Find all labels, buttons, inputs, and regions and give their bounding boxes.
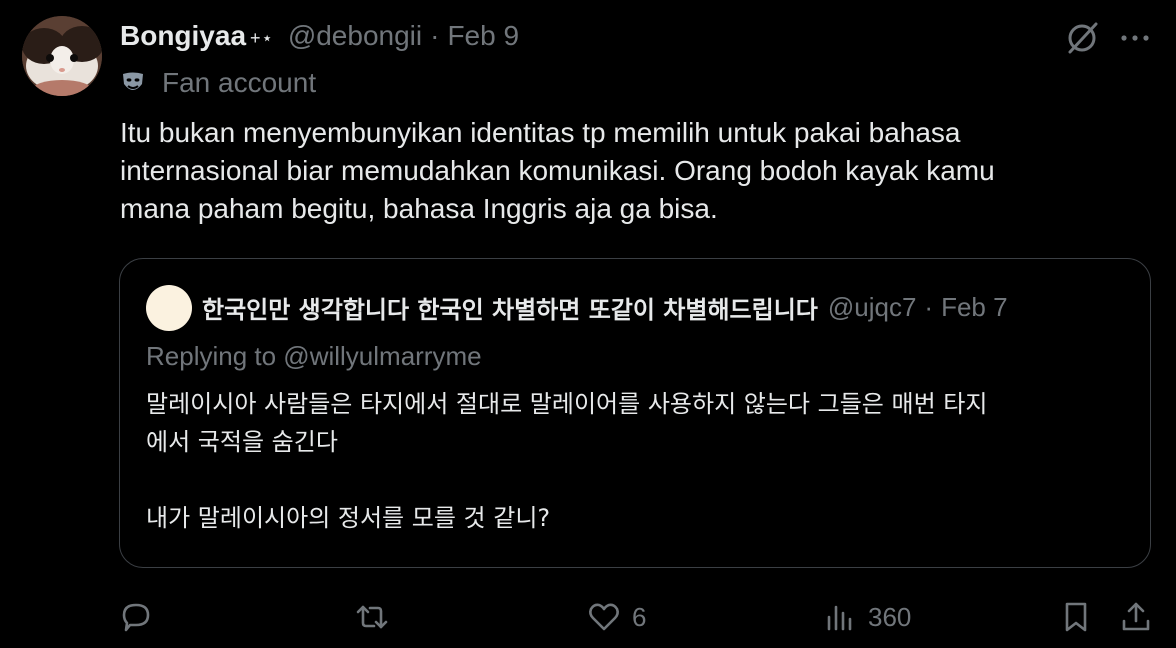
tweet-date[interactable]: Feb 9 xyxy=(447,20,519,52)
repost-arrows-icon xyxy=(356,605,388,629)
speech-bubble-icon xyxy=(122,603,150,632)
avatar[interactable] xyxy=(22,16,102,96)
bar-chart-icon xyxy=(827,605,852,631)
header-separator: · xyxy=(430,20,440,51)
views-count: 360 xyxy=(868,601,912,632)
tweet-header: Bongiyaa +⋆ @debongii · Feb 9 xyxy=(120,18,519,54)
quoted-display-name[interactable]: 한국인만 생각합니다 한국인 차별하면 또같이 차별해드립니다 xyxy=(202,290,818,325)
tweet-text-line: mana paham begitu, bahasa Inggris aja ga… xyxy=(120,193,718,224)
quoted-separator: · xyxy=(924,291,934,322)
share-upload-icon xyxy=(1122,602,1150,631)
repost-button[interactable] xyxy=(354,592,400,642)
automated-label[interactable]: Fan account xyxy=(120,64,316,102)
views-button[interactable]: 360 xyxy=(822,592,911,642)
quoted-avatar[interactable] xyxy=(146,285,192,331)
theater-masks-icon xyxy=(123,72,143,90)
like-button[interactable]: 6 xyxy=(586,592,646,642)
quoted-header: 한국인만 생각합니다 한국인 차별하면 또같이 차별해드립니다 @ujqc7 ·… xyxy=(202,287,1008,327)
bookmark-button[interactable] xyxy=(1058,592,1094,642)
label-text: Fan account xyxy=(162,67,317,98)
quoted-tweet[interactable]: 한국인만 생각합니다 한국인 차별하면 또같이 차별해드립니다 @ujqc7 ·… xyxy=(119,258,1151,568)
reply-button[interactable] xyxy=(118,592,164,642)
quoted-text-line: 말레이시아 사람들은 타지에서 절대로 말레이어를 사용하지 않는다 그들은 매… xyxy=(146,390,988,418)
tweet-text-line: internasional biar memudahkan komunikasi… xyxy=(120,155,995,186)
share-button[interactable] xyxy=(1118,592,1154,642)
like-count: 6 xyxy=(632,601,647,632)
quoted-text-line xyxy=(146,461,1136,499)
grok-slash-icon[interactable] xyxy=(1064,20,1100,56)
quoted-text-line: 내가 말레이시아의 정서를 모를 것 같니? xyxy=(146,504,551,532)
avatar-cat-image xyxy=(22,16,102,96)
author-display-name[interactable]: Bongiyaa xyxy=(120,20,246,52)
quoted-text-line: 에서 국적을 숨긴다 xyxy=(146,428,338,456)
author-handle[interactable]: @debongii xyxy=(288,20,422,52)
replying-to-label[interactable]: Replying to @willyulmarryme xyxy=(146,341,482,372)
name-badge: +⋆ xyxy=(250,27,274,48)
quoted-date[interactable]: Feb 7 xyxy=(941,292,1008,323)
ellipsis-icon[interactable] xyxy=(1117,24,1153,52)
bookmark-icon xyxy=(1065,602,1087,632)
action-bar: 6 360 xyxy=(0,592,1176,642)
tweet-text-line: Itu bukan menyembunyikan identitas tp me… xyxy=(120,117,961,148)
heart-icon xyxy=(589,603,619,631)
quoted-text: 말레이시아 사람들은 타지에서 절대로 말레이어를 사용하지 않는다 그들은 매… xyxy=(146,385,1136,537)
tweet-text: Itu bukan menyembunyikan identitas tp me… xyxy=(120,114,1130,228)
quoted-handle[interactable]: @ujqc7 xyxy=(828,292,917,323)
